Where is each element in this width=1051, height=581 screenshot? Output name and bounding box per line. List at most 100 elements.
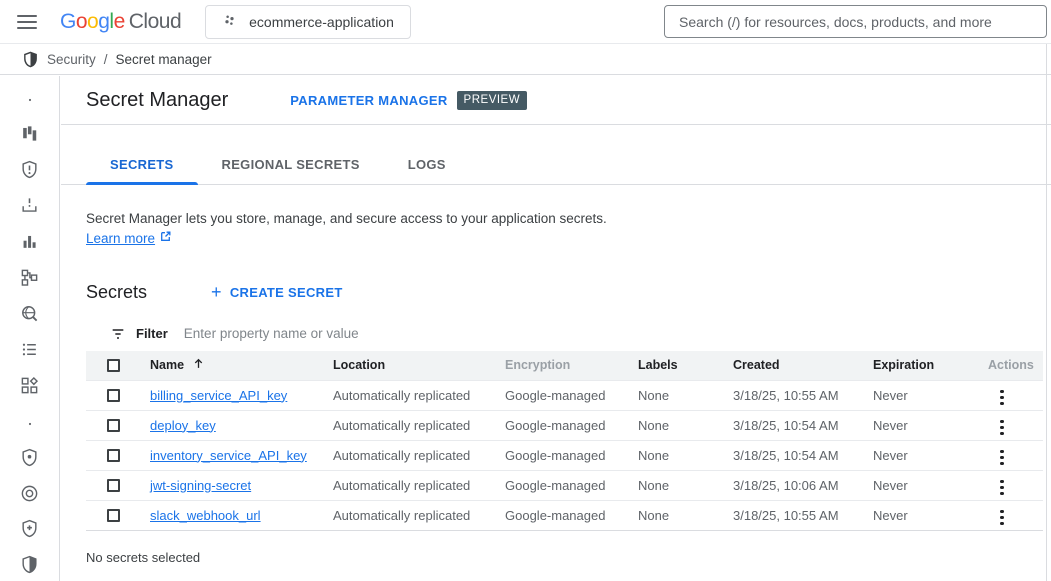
plus-icon: + <box>211 283 222 301</box>
column-header-name[interactable]: Name <box>150 357 333 373</box>
header-checkbox-cell <box>86 359 150 372</box>
row-checkbox[interactable] <box>107 509 120 522</box>
sidebar-item-11[interactable] <box>0 482 59 510</box>
hamburger-menu-icon[interactable] <box>17 15 37 29</box>
secret-name-link[interactable]: jwt-signing-secret <box>150 478 251 493</box>
sidebar-item-12[interactable] <box>0 517 59 545</box>
cell-expiration: Never <box>873 448 988 463</box>
logo-letter: o <box>87 10 98 33</box>
parameter-manager-link[interactable]: PARAMETER MANAGER <box>290 93 447 108</box>
filter-input[interactable] <box>184 326 1043 341</box>
row-actions-kebab-icon[interactable] <box>990 416 1014 440</box>
breadcrumb-separator: / <box>104 52 108 67</box>
table-row: deploy_key Automatically replicatedGoogle… <box>86 411 1043 441</box>
globe-search-icon <box>20 304 39 328</box>
column-label: Created <box>733 358 780 372</box>
cell-name: slack_webhook_url <box>150 508 333 523</box>
cell-name: billing_service_API_key <box>150 388 333 403</box>
row-checkbox[interactable] <box>107 389 120 402</box>
cell-encryption: Google-managed <box>505 418 638 433</box>
tab-bar: SECRETSREGIONAL SECRETSLOGS <box>61 146 1051 185</box>
cell-expiration: Never <box>873 418 988 433</box>
column-header-actions: Actions <box>988 358 1043 372</box>
inbox-icon <box>20 196 39 220</box>
sidebar-nav-rail <box>0 76 60 581</box>
column-header-encryption: Encryption <box>505 358 638 372</box>
sidebar-item-6[interactable] <box>0 302 59 330</box>
cell-labels: None <box>638 508 733 523</box>
sidebar-item-10[interactable] <box>0 446 59 474</box>
sidebar-item-4[interactable] <box>0 230 59 258</box>
cell-labels: None <box>638 418 733 433</box>
cell-location: Automatically replicated <box>333 418 505 433</box>
project-selector[interactable]: ecommerce-application <box>205 5 411 39</box>
page-header: Secret Manager PARAMETER MANAGER PREVIEW <box>61 76 1051 125</box>
scrollbar[interactable] <box>1046 44 1047 581</box>
learn-more-link[interactable]: Learn more <box>86 230 172 246</box>
tab-secrets[interactable]: SECRETS <box>86 146 198 184</box>
sidebar-item-13[interactable] <box>0 553 59 581</box>
cell-actions <box>988 411 1043 439</box>
cell-created: 3/18/25, 10:54 AM <box>733 418 873 433</box>
secret-name-link[interactable]: slack_webhook_url <box>150 508 261 523</box>
cell-created: 3/18/25, 10:55 AM <box>733 388 873 403</box>
column-header-location[interactable]: Location <box>333 358 505 372</box>
cell-created: 3/18/25, 10:55 AM <box>733 508 873 523</box>
row-checkbox-cell <box>86 479 150 492</box>
row-checkbox[interactable] <box>107 479 120 492</box>
sidebar-item-5[interactable] <box>0 266 59 294</box>
row-actions-kebab-icon[interactable] <box>990 386 1014 410</box>
secret-name-link[interactable]: billing_service_API_key <box>150 388 287 403</box>
breadcrumb-security-link[interactable]: Security <box>47 52 96 67</box>
network-icon <box>20 268 39 292</box>
row-checkbox[interactable] <box>107 449 120 462</box>
create-secret-label: CREATE SECRET <box>230 285 343 300</box>
search-input[interactable] <box>664 5 1047 38</box>
secret-name-link[interactable]: deploy_key <box>150 418 216 433</box>
sort-ascending-icon <box>192 357 205 373</box>
shield-alert-icon <box>20 160 39 184</box>
column-header-expiration[interactable]: Expiration <box>873 358 988 372</box>
cell-encryption: Google-managed <box>505 448 638 463</box>
row-actions-kebab-icon[interactable] <box>990 476 1014 500</box>
dot-icon <box>26 91 34 109</box>
logo-letter: g <box>98 10 109 33</box>
sidebar-item-3[interactable] <box>0 194 59 222</box>
logo-cloud-text: Cloud <box>129 10 181 33</box>
row-actions-kebab-icon[interactable] <box>990 506 1014 530</box>
row-checkbox[interactable] <box>107 419 120 432</box>
column-label: Actions <box>988 358 1034 372</box>
cell-labels: None <box>638 448 733 463</box>
table-row: billing_service_API_keyAutomatically rep… <box>86 381 1043 411</box>
cell-expiration: Never <box>873 388 988 403</box>
cell-encryption: Google-managed <box>505 388 638 403</box>
sidebar-item-0 <box>0 86 59 114</box>
cell-location: Automatically replicated <box>333 478 505 493</box>
shield-plus-icon <box>20 519 39 543</box>
column-header-labels[interactable]: Labels <box>638 358 733 372</box>
column-header-created[interactable]: Created <box>733 358 873 372</box>
filter-label: Filter <box>136 326 168 341</box>
secret-name-link[interactable]: inventory_service_API_key <box>150 448 307 463</box>
cell-expiration: Never <box>873 508 988 523</box>
preview-badge: PREVIEW <box>457 91 528 110</box>
google-cloud-logo[interactable]: GoogleCloud <box>60 10 181 34</box>
cell-actions <box>988 441 1043 469</box>
select-all-checkbox[interactable] <box>107 359 120 372</box>
create-secret-button[interactable]: + CREATE SECRET <box>211 283 343 301</box>
sidebar-item-1[interactable] <box>0 122 59 150</box>
bar-chart-icon <box>20 232 39 256</box>
logo-letter: G <box>60 10 76 33</box>
sidebar-item-2[interactable] <box>0 158 59 186</box>
column-label: Expiration <box>873 358 934 372</box>
sidebar-item-9 <box>0 410 59 438</box>
global-search <box>664 5 1047 38</box>
cell-actions <box>988 381 1043 409</box>
tab-logs[interactable]: LOGS <box>384 146 470 184</box>
row-actions-kebab-icon[interactable] <box>990 446 1014 470</box>
tab-regional-secrets[interactable]: REGIONAL SECRETS <box>198 146 384 184</box>
sidebar-item-8[interactable] <box>0 374 59 402</box>
gcp-console-window: GoogleCloud ecommerce-application Securi… <box>0 0 1051 581</box>
sidebar-item-7[interactable] <box>0 338 59 366</box>
shapes-icon <box>20 376 39 400</box>
